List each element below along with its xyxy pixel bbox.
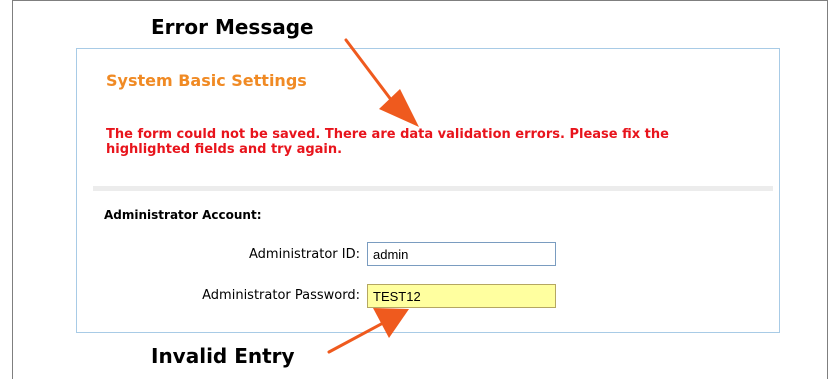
error-message-callout: Error Message [151,15,314,39]
invalid-entry-callout: Invalid Entry [151,344,295,368]
administrator-password-input[interactable] [367,284,556,308]
administrator-id-label: Administrator ID: [249,247,360,262]
section-divider [93,186,773,191]
administrator-id-input[interactable] [367,242,556,266]
settings-panel: System Basic Settings The form could not… [76,48,780,333]
administrator-account-heading: Administrator Account: [104,208,262,222]
validation-error-message: The form could not be saved. There are d… [106,127,669,157]
page-title: System Basic Settings [106,71,307,90]
administrator-password-label: Administrator Password: [202,288,360,303]
